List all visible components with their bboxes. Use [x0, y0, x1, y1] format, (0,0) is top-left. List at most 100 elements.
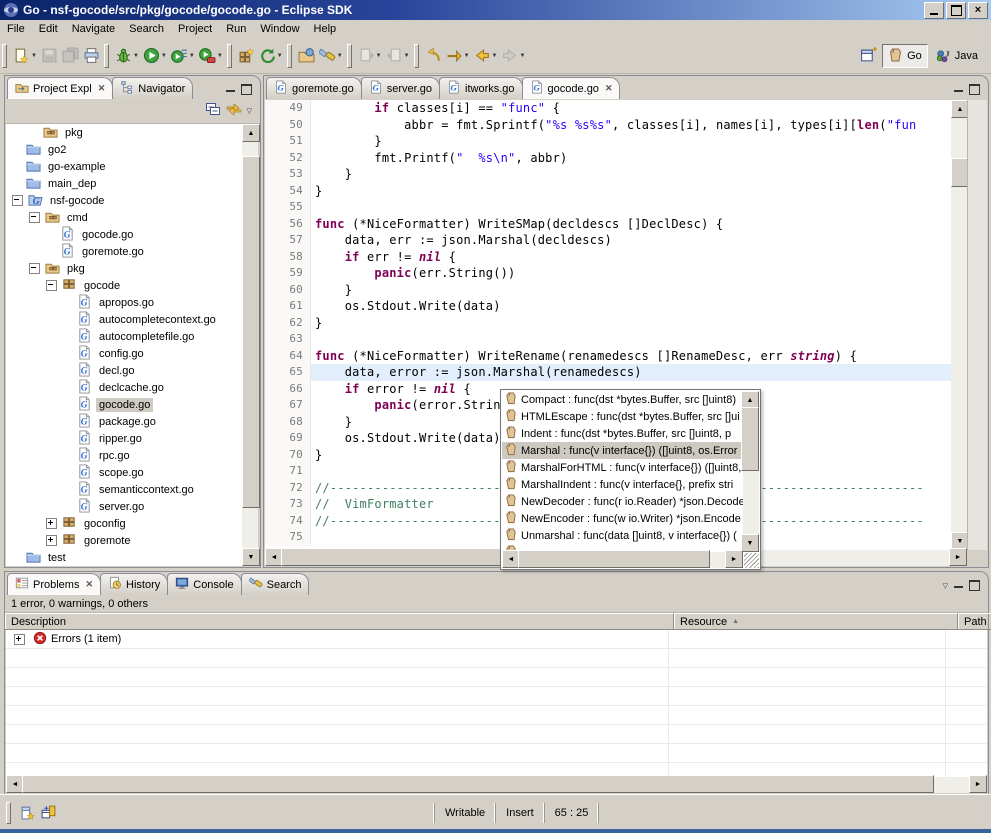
tree-item-goremote-go[interactable]: Ggoremote.go	[6, 243, 243, 260]
tree-item-pkg[interactable]: pkg	[6, 124, 243, 141]
save-icon[interactable]	[39, 44, 60, 68]
tree-item-main-dep[interactable]: main_dep	[6, 175, 243, 192]
tree-item-go2[interactable]: go2	[6, 141, 243, 158]
tree-item-gocode[interactable]: gocode	[6, 277, 243, 294]
autocomplete-item[interactable]: HTMLEscape : func(dst *bytes.Buffer, src…	[502, 408, 743, 425]
tree-scroll-down-icon[interactable]: ▼	[242, 548, 260, 566]
expand-icon[interactable]	[46, 535, 57, 546]
tree-item-autocompletefile-go[interactable]: Gautocompletefile.go	[6, 328, 243, 345]
close-button[interactable]: ×	[968, 2, 988, 19]
autocomplete-item[interactable]: NewEncoder : func(w io.Writer) *json.Enc…	[502, 510, 743, 527]
column-header-resource[interactable]: Resource▲	[674, 613, 958, 630]
run-icon[interactable]: ▼	[141, 44, 169, 68]
forward-icon[interactable]: ▼	[499, 44, 527, 68]
autocomplete-item[interactable]: Unmarshal : func(data []uint8, v interfa…	[502, 527, 743, 544]
problems-minimize-icon[interactable]	[954, 583, 963, 588]
view-tab-project-expl[interactable]: Project Expl✕	[7, 77, 113, 99]
tree-item-server-go[interactable]: Gserver.go	[6, 498, 243, 515]
dropdown-arrow-icon[interactable]: ▼	[519, 53, 525, 59]
debug-icon[interactable]: ▼	[113, 44, 141, 68]
tree-item-gocode-go[interactable]: Ggocode.go	[6, 226, 243, 243]
tree-item-ripper-go[interactable]: Gripper.go	[6, 430, 243, 447]
profile-icon[interactable]: ▼	[197, 44, 225, 68]
editor-tab-goremote-go[interactable]: Ggoremote.go	[266, 77, 362, 99]
menu-search[interactable]: Search	[122, 21, 171, 37]
tree-item-semanticcontext-go[interactable]: Gsemanticcontext.go	[6, 481, 243, 498]
code-line-65[interactable]: 65 data, error := json.Marshal(renamedes…	[265, 364, 951, 381]
new-wizard-icon[interactable]: ▼	[11, 44, 39, 68]
editor-tab-server-go[interactable]: Gserver.go	[361, 77, 440, 99]
go-into-icon[interactable]: ▼	[444, 44, 472, 68]
expand-icon[interactable]	[46, 518, 57, 529]
dropdown-arrow-icon[interactable]: ▼	[464, 53, 470, 59]
collapse-icon[interactable]	[29, 212, 40, 223]
tree-item-declcache-go[interactable]: Gdeclcache.go	[6, 379, 243, 396]
tree-item-scope-go[interactable]: Gscope.go	[6, 464, 243, 481]
dropdown-arrow-icon[interactable]: ▼	[492, 53, 498, 59]
code-line-49[interactable]: 49 if classes[i] == "func" {	[265, 100, 951, 117]
tree-item-go-example[interactable]: go-example	[6, 158, 243, 175]
dropdown-arrow-icon[interactable]: ▼	[31, 53, 37, 59]
popup-vscroll-thumb[interactable]	[741, 407, 759, 471]
menu-project[interactable]: Project	[171, 21, 219, 37]
code-line-54[interactable]: 54}	[265, 183, 951, 200]
restore-view-icon[interactable]	[38, 801, 59, 825]
tree-item-apropos-go[interactable]: Gapropos.go	[6, 294, 243, 311]
popup-scroll-down-icon[interactable]: ▼	[741, 534, 759, 552]
view-minimize-icon[interactable]	[226, 87, 235, 92]
code-line-56[interactable]: 56func (*NiceFormatter) WriteSMap(declde…	[265, 216, 951, 233]
menu-help[interactable]: Help	[307, 21, 344, 37]
go-build-icon[interactable]: ▼	[257, 44, 285, 68]
open-resource-icon[interactable]	[296, 44, 317, 68]
popup-scroll-right-icon[interactable]: ►	[725, 550, 743, 568]
view-tab-search[interactable]: Search	[241, 573, 310, 595]
tree-item-test[interactable]: test	[6, 549, 243, 566]
new-go-package-icon[interactable]	[236, 44, 257, 68]
title-bar[interactable]: Go - nsf-gocode/src/pkg/gocode/gocode.go…	[0, 0, 991, 20]
collapse-icon[interactable]	[46, 280, 57, 291]
column-header-path[interactable]: Path	[958, 613, 991, 630]
tree-item-pkg[interactable]: pkg	[6, 260, 243, 277]
code-line-62[interactable]: 62}	[265, 315, 951, 332]
popup-resize-grip[interactable]	[744, 553, 759, 568]
tree-item-rpc-go[interactable]: Grpc.go	[6, 447, 243, 464]
dropdown-arrow-icon[interactable]: ▼	[161, 53, 167, 59]
tab-close-icon[interactable]: ✕	[83, 579, 93, 590]
maximize-button[interactable]	[946, 2, 966, 19]
code-line-55[interactable]: 55	[265, 199, 951, 216]
problems-row[interactable]: Errors (1 item)	[6, 630, 987, 649]
perspective-java-button[interactable]: JJava	[931, 45, 983, 67]
perspective-go-button[interactable]: Go	[882, 44, 928, 68]
search-icon[interactable]: ▼	[317, 44, 345, 68]
view-menu-icon[interactable]: ▽	[247, 107, 252, 115]
collapse-icon[interactable]	[29, 263, 40, 274]
code-line-63[interactable]: 63	[265, 331, 951, 348]
editor-maximize-icon[interactable]	[969, 84, 980, 95]
menu-navigate[interactable]: Navigate	[65, 21, 122, 37]
tree-item-package-go[interactable]: Gpackage.go	[6, 413, 243, 430]
dropdown-arrow-icon[interactable]: ▼	[133, 53, 139, 59]
code-line-61[interactable]: 61 os.Stdout.Write(data)	[265, 298, 951, 315]
dropdown-arrow-icon[interactable]: ▼	[337, 53, 343, 59]
dropdown-arrow-icon[interactable]: ▼	[376, 53, 382, 59]
expand-icon[interactable]	[14, 634, 25, 645]
autocomplete-item[interactable]: MarshalIndent : func(v interface{}, pref…	[502, 476, 743, 493]
code-line-58[interactable]: 58 if err != nil {	[265, 249, 951, 266]
autocomplete-item[interactable]: Compact : func(dst *bytes.Buffer, src []…	[502, 391, 743, 408]
save-all-icon[interactable]	[60, 44, 81, 68]
code-line-52[interactable]: 52 fmt.Printf(" %s\n", abbr)	[265, 150, 951, 167]
view-maximize-icon[interactable]	[241, 84, 252, 95]
menu-edit[interactable]: Edit	[32, 21, 65, 37]
collapse-all-icon[interactable]	[205, 101, 221, 122]
code-line-57[interactable]: 57 data, err := json.Marshal(decldescs)	[265, 232, 951, 249]
autocomplete-item[interactable]: NewDecoder : func(r io.Reader) *json.Dec…	[502, 493, 743, 510]
editor-tab-itworks-go[interactable]: Gitworks.go	[439, 77, 523, 99]
previous-annotation-icon[interactable]: ▼	[384, 44, 412, 68]
tree-item-cmd[interactable]: cmd	[6, 209, 243, 226]
editor-tab-gocode-go[interactable]: Ggocode.go✕	[522, 77, 621, 99]
problems-maximize-icon[interactable]	[969, 580, 980, 591]
dropdown-arrow-icon[interactable]: ▼	[217, 53, 223, 59]
tree-item-goconfig[interactable]: goconfig	[6, 515, 243, 532]
menu-file[interactable]: File	[0, 21, 32, 37]
column-header-description[interactable]: Description	[5, 613, 674, 630]
